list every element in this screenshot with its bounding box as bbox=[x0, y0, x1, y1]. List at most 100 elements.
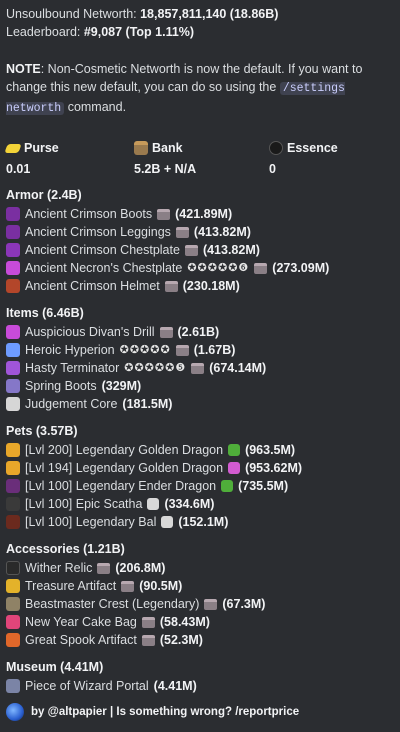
item-name: Ancient Crimson Boots bbox=[25, 207, 153, 221]
item-name: Wither Relic bbox=[25, 561, 93, 575]
item-price: (90.5M) bbox=[139, 579, 183, 593]
leaderboard-value: #9,087 (Top 1.11%) bbox=[83, 25, 195, 39]
item-price: (963.5M) bbox=[245, 443, 296, 457]
bal-icon bbox=[6, 515, 20, 529]
item-price: (52.3M) bbox=[159, 633, 203, 647]
item-name: Beastmaster Crest (Legendary) bbox=[25, 597, 200, 611]
item-price: (67.3M) bbox=[222, 597, 266, 611]
chest-icon bbox=[191, 362, 205, 374]
crimson-chestplate-icon bbox=[6, 243, 20, 257]
treasure-artifact-icon bbox=[6, 579, 20, 593]
accessories-section-title: Accessories (1.21B) bbox=[6, 542, 125, 556]
item-name: [Lvl 100] Legendary Ender Dragon bbox=[25, 479, 217, 493]
museum-section-title: Museum (4.41M) bbox=[6, 660, 104, 674]
museum-item: Piece of Wizard Portal (4.41M) bbox=[6, 678, 197, 694]
item-name: Ancient Necron's Chestplate bbox=[25, 261, 183, 275]
golden-dragon-icon bbox=[6, 443, 20, 457]
pet-item: [Lvl 194] Legendary Golden Dragon (953.6… bbox=[6, 460, 302, 476]
item-name: Hasty Terminator bbox=[25, 361, 120, 375]
inventory-item: Hasty Terminator ✪✪✪✪✪❺ (674.14M) bbox=[6, 360, 266, 376]
item-price: (58.43M) bbox=[159, 615, 210, 629]
item-name: Auspicious Divan's Drill bbox=[25, 325, 155, 339]
item-price: (152.1M) bbox=[178, 515, 229, 529]
accessory-item: Wither Relic (206.8M) bbox=[6, 560, 165, 576]
gold-ingot-icon bbox=[4, 143, 22, 153]
wither-relic-icon bbox=[6, 561, 20, 575]
item-name: Ancient Crimson Helmet bbox=[25, 279, 160, 293]
star-rating: ✪✪✪✪✪❺ bbox=[124, 362, 187, 374]
item-price: (674.14M) bbox=[209, 361, 267, 375]
networth-line: Unsoulbound Networth: 18,857,811,140 (18… bbox=[6, 6, 278, 22]
item-price: (413.82M) bbox=[202, 243, 260, 257]
chest-icon bbox=[134, 141, 148, 155]
item-price: (413.82M) bbox=[193, 225, 251, 239]
wizard-portal-icon bbox=[6, 679, 20, 693]
item-price: (953.62M) bbox=[245, 461, 303, 475]
green-gem-icon bbox=[221, 480, 234, 492]
purse-header: Purse bbox=[4, 140, 59, 156]
pet-item: [Lvl 100] Legendary Ender Dragon (735.5M… bbox=[6, 478, 288, 494]
white-cube-icon bbox=[161, 516, 174, 528]
bank-value: 5.2B + N/A bbox=[134, 162, 197, 176]
pets-section-title: Pets (3.57B) bbox=[6, 424, 78, 438]
item-price: (735.5M) bbox=[238, 479, 289, 493]
leaderboard-label: Leaderboard: bbox=[6, 25, 84, 39]
armor-item: Ancient Necron's Chestplate ✪✪✪✪✪❻ (273.… bbox=[6, 260, 329, 276]
star-rating: ✪✪✪✪✪❻ bbox=[187, 262, 250, 274]
item-name: Heroic Hyperion bbox=[25, 343, 115, 357]
item-name: New Year Cake Bag bbox=[25, 615, 137, 629]
chest-icon bbox=[184, 244, 198, 256]
item-price: (206.8M) bbox=[115, 561, 166, 575]
armor-item: Ancient Crimson Chestplate (413.82M) bbox=[6, 242, 260, 258]
armor-item: Ancient Crimson Helmet (230.18M) bbox=[6, 278, 240, 294]
essence-header: Essence bbox=[269, 140, 338, 156]
chest-icon bbox=[204, 598, 218, 610]
crimson-helmet-icon bbox=[6, 279, 20, 293]
pet-item: [Lvl 200] Legendary Golden Dragon (963.5… bbox=[6, 442, 295, 458]
item-price: (421.89M) bbox=[175, 207, 233, 221]
armor-item: Ancient Crimson Boots (421.89M) bbox=[6, 206, 232, 222]
item-name: Treasure Artifact bbox=[25, 579, 117, 593]
hyperion-sword-icon bbox=[6, 343, 20, 357]
purse-value: 0.01 bbox=[6, 162, 31, 176]
item-name: Great Spook Artifact bbox=[25, 633, 137, 647]
crimson-boots-icon bbox=[6, 207, 20, 221]
inventory-item: Auspicious Divan's Drill (2.61B) bbox=[6, 324, 219, 340]
star-rating: ✪✪✪✪✪ bbox=[119, 344, 171, 356]
essence-label: Essence bbox=[287, 141, 338, 155]
note-bold: NOTE bbox=[6, 62, 41, 76]
note-text: NOTE: Non-Cosmetic Networth is now the d… bbox=[6, 60, 394, 118]
item-name: Piece of Wizard Portal bbox=[25, 679, 149, 693]
chest-icon bbox=[141, 616, 155, 628]
necron-chestplate-icon bbox=[6, 261, 20, 275]
chest-icon bbox=[254, 262, 268, 274]
bank-label: Bank bbox=[152, 141, 183, 155]
accessory-item: Beastmaster Crest (Legendary) (67.3M) bbox=[6, 596, 265, 612]
beastmaster-crest-icon bbox=[6, 597, 20, 611]
green-gem-icon bbox=[228, 444, 241, 456]
item-price: (4.41M) bbox=[153, 679, 197, 693]
accessory-item: Treasure Artifact (90.5M) bbox=[6, 578, 182, 594]
item-name: Ancient Crimson Leggings bbox=[25, 225, 171, 239]
item-name: [Lvl 200] Legendary Golden Dragon bbox=[25, 443, 224, 457]
chest-icon bbox=[121, 580, 135, 592]
inventory-item: Spring Boots (329M) bbox=[6, 378, 141, 394]
armor-item: Ancient Crimson Leggings (413.82M) bbox=[6, 224, 251, 240]
item-price: (1.67B) bbox=[193, 343, 236, 357]
items-section-title: Items (6.46B) bbox=[6, 306, 84, 320]
inventory-item: Judgement Core (181.5M) bbox=[6, 396, 172, 412]
purse-label: Purse bbox=[24, 141, 59, 155]
white-cube-icon bbox=[147, 498, 160, 510]
golden-dragon-icon bbox=[6, 461, 20, 475]
drill-icon bbox=[6, 325, 20, 339]
item-name: Judgement Core bbox=[25, 397, 118, 411]
item-name: [Lvl 100] Legendary Bal bbox=[25, 515, 157, 529]
item-name: [Lvl 194] Legendary Golden Dragon bbox=[25, 461, 224, 475]
networth-label: Unsoulbound Networth: bbox=[6, 7, 141, 21]
leaderboard-line: Leaderboard: #9,087 (Top 1.11%) bbox=[6, 24, 194, 40]
chest-icon bbox=[141, 634, 155, 646]
chest-icon bbox=[164, 280, 178, 292]
pet-item: [Lvl 100] Epic Scatha (334.6M) bbox=[6, 496, 214, 512]
chest-icon bbox=[97, 562, 111, 574]
cake-bag-icon bbox=[6, 615, 20, 629]
